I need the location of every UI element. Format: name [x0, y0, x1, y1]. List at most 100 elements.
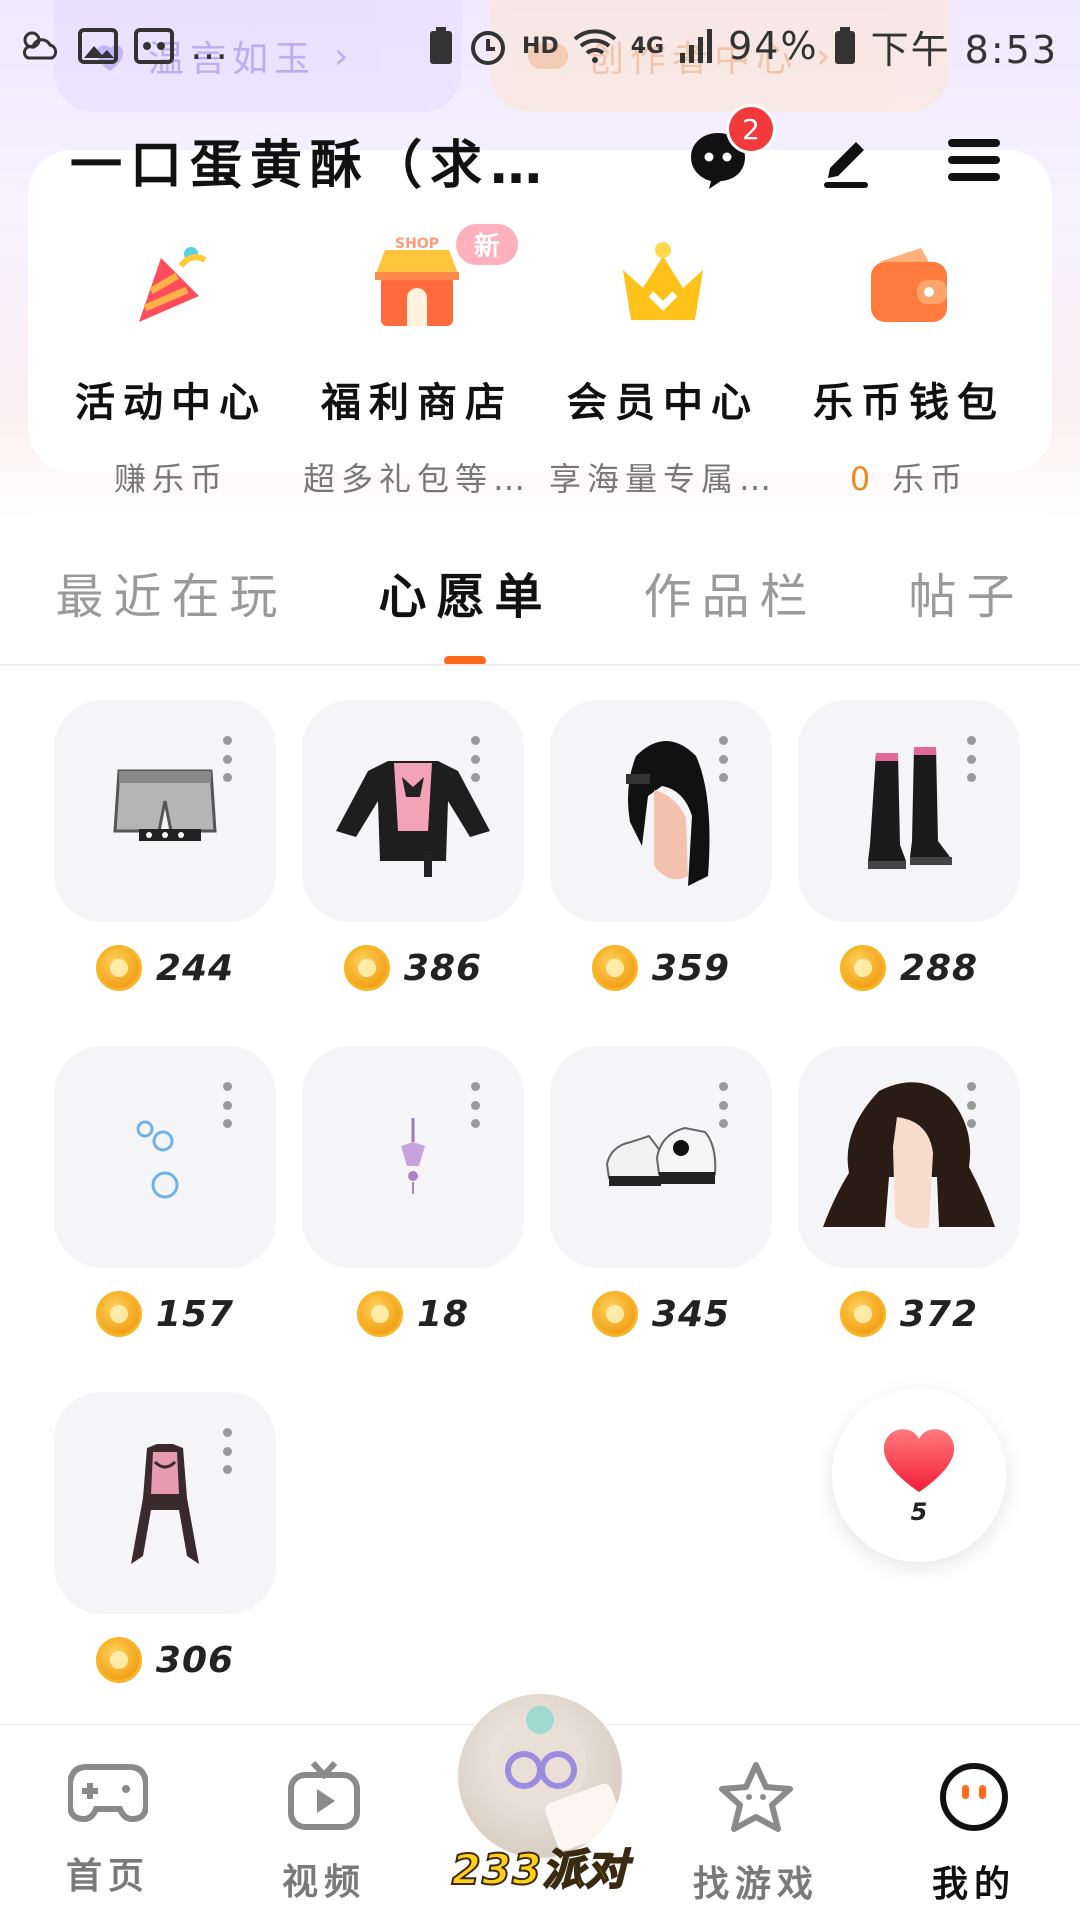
messages-button[interactable]: 2: [682, 104, 776, 196]
hamburger-menu-icon: [948, 139, 1000, 181]
edit-button[interactable]: [810, 124, 882, 196]
item-thumbnail[interactable]: [54, 700, 276, 922]
battery-icon: [834, 27, 855, 64]
alarm-icon: [471, 31, 506, 65]
nav-video[interactable]: 视频: [254, 1761, 394, 1905]
item-thumbnail[interactable]: [54, 1046, 276, 1268]
item-thumbnail[interactable]: [302, 1046, 524, 1268]
network-type: 4G: [630, 33, 665, 59]
coin-icon: [343, 945, 390, 991]
shop-sign-text: SHOP: [395, 236, 439, 252]
coin-icon: [839, 1291, 886, 1337]
coin-unit: 乐币: [892, 460, 969, 498]
nav-home[interactable]: 首页: [38, 1761, 178, 1899]
coin-icon: [591, 945, 638, 991]
profile-header: 一口蛋黄酥（求… 2: [0, 100, 1080, 220]
more-options-icon[interactable]: [470, 736, 480, 782]
item-price: 386: [343, 944, 483, 992]
heart-icon: [883, 1429, 955, 1492]
wishlist-item[interactable]: 386: [302, 700, 524, 992]
status-bar: … HD 4G 94% 下午 8:53: [0, 0, 1080, 92]
price-value: 288: [899, 947, 979, 989]
quick-entry-title: 福利商店: [321, 380, 513, 426]
item-thumbnail[interactable]: [550, 1046, 772, 1268]
item-thumbnail[interactable]: [54, 1392, 276, 1614]
more-options-icon[interactable]: [718, 736, 728, 782]
item-price: 359: [591, 944, 730, 992]
quick-entry-subtitle: 0 乐币: [850, 454, 968, 500]
nav-find-games[interactable]: 找游戏: [686, 1761, 826, 1907]
more-options-icon[interactable]: [718, 1082, 728, 1128]
battery-saver-icon: [430, 27, 453, 64]
activity-center-entry[interactable]: 活动中心 赚乐币: [51, 236, 291, 498]
item-thumbnail[interactable]: [302, 700, 524, 922]
item-thumbnail[interactable]: [550, 700, 772, 922]
price-value: 306: [155, 1639, 235, 1681]
more-options-icon[interactable]: [222, 1082, 232, 1128]
wishlist-item[interactable]: 244: [54, 700, 276, 992]
pen-icon: [824, 142, 868, 188]
welfare-shop-entry[interactable]: SHOP 新 福利商店 超多礼包等…: [297, 224, 537, 498]
item-price: 157: [95, 1290, 235, 1338]
lace-top-image: [131, 1444, 199, 1564]
tab-bar: 最近在玩 心愿单 作品栏 帖子: [0, 542, 1080, 652]
like-button[interactable]: 5: [832, 1388, 1006, 1562]
shop-icon: SHOP 新: [362, 224, 518, 336]
item-price: 345: [591, 1290, 731, 1338]
new-badge: 新: [455, 224, 518, 265]
wifi-icon: [573, 29, 617, 63]
item-price: 288: [839, 944, 979, 992]
nav-label: 找游戏: [692, 1864, 819, 1905]
gamepad-icon: [68, 1764, 148, 1823]
wishlist-item[interactable]: 345: [550, 1046, 772, 1338]
item-price: 18: [356, 1290, 470, 1338]
quick-entry-title: 乐币钱包: [813, 380, 1005, 426]
gallery-icon: [78, 28, 118, 64]
wishlist-item[interactable]: 288: [798, 700, 1020, 992]
more-options-icon[interactable]: [222, 1428, 232, 1474]
weather-icon: [22, 31, 58, 60]
party-avatar[interactable]: [458, 1694, 622, 1858]
wishlist-item[interactable]: 306: [54, 1392, 276, 1684]
wishlist-item[interactable]: 359: [550, 700, 772, 992]
price-value: 372: [899, 1293, 979, 1335]
price-value: 18: [416, 1293, 470, 1335]
earring-image: [401, 1118, 425, 1194]
tab-wishlist[interactable]: 心愿单: [378, 557, 552, 637]
wishlist-item[interactable]: 157: [54, 1046, 276, 1338]
like-count: 5: [910, 1498, 928, 1526]
party-mascot-image: [494, 1706, 622, 1851]
menu-button[interactable]: [938, 124, 1010, 196]
tab-works[interactable]: 作品栏: [643, 557, 817, 637]
crown-icon: [608, 236, 718, 336]
member-center-entry[interactable]: 会员中心 享海量专属…: [543, 236, 783, 498]
coin-wallet-entry[interactable]: 乐币钱包 0 乐币: [789, 236, 1029, 498]
username[interactable]: 一口蛋黄酥（求…: [70, 123, 682, 198]
more-options-icon[interactable]: [966, 1082, 976, 1128]
party-label[interactable]: 233派对: [440, 1836, 640, 1897]
nav-mine[interactable]: 我的: [904, 1761, 1044, 1907]
price-value: 345: [651, 1293, 731, 1335]
tab-recently-played[interactable]: 最近在玩: [55, 557, 287, 637]
message-count-badge: 2: [726, 104, 776, 154]
price-value: 157: [155, 1293, 235, 1335]
item-thumbnail[interactable]: [798, 700, 1020, 922]
price-value: 386: [403, 947, 483, 989]
quick-entry-subtitle: 赚乐币: [113, 460, 228, 498]
item-thumbnail[interactable]: [798, 1046, 1020, 1268]
party-popper-icon: [116, 236, 226, 336]
item-price: 244: [95, 944, 234, 992]
nav-label: 我的: [931, 1864, 1016, 1905]
more-options-icon[interactable]: [470, 1082, 480, 1128]
wishlist-item[interactable]: 372: [798, 1046, 1020, 1338]
tab-posts[interactable]: 帖子: [908, 557, 1024, 637]
item-price: 306: [95, 1636, 235, 1684]
shorts-image: [113, 769, 217, 841]
quick-entry-title: 会员中心: [567, 380, 759, 426]
coin-icon: [95, 1291, 142, 1337]
more-options-icon[interactable]: [966, 736, 976, 782]
quick-entry-title: 活动中心: [75, 380, 267, 426]
more-options-icon[interactable]: [222, 736, 232, 782]
tv-icon: [288, 1761, 360, 1830]
wishlist-item[interactable]: 18: [302, 1046, 524, 1338]
